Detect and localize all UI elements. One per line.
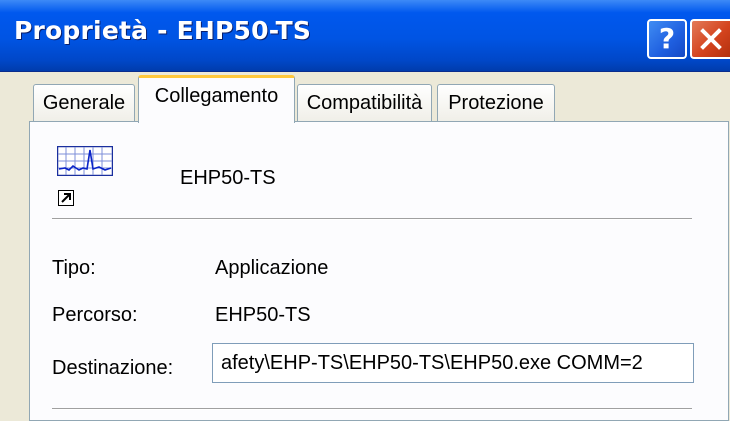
- application-chart-icon: [57, 146, 113, 176]
- shortcut-name: EHP50-TS: [180, 167, 276, 189]
- tab-generale[interactable]: Generale: [33, 84, 135, 121]
- tab-compatibilita[interactable]: Compatibilità: [297, 84, 432, 121]
- window-title: Proprietà - EHP50-TS: [14, 16, 312, 45]
- close-x-icon: [700, 28, 722, 50]
- question-mark-icon: ?: [658, 22, 676, 55]
- percorso-label: Percorso:: [52, 304, 138, 326]
- tab-strip: Generale Collegamento Compatibilità Prot…: [0, 71, 730, 123]
- tab-label: Generale: [42, 91, 126, 114]
- tab-protezione[interactable]: Protezione: [437, 84, 555, 121]
- tab-label: Collegamento: [154, 85, 279, 107]
- tab-collegamento[interactable]: Collegamento: [138, 75, 295, 123]
- separator: [52, 218, 692, 220]
- tab-label: Compatibilità: [306, 91, 423, 114]
- help-button[interactable]: ?: [647, 19, 687, 59]
- destinazione-input[interactable]: [212, 343, 694, 383]
- shortcut-arrow-icon: [58, 190, 74, 206]
- percorso-value: EHP50-TS: [215, 304, 311, 326]
- tab-label: Protezione: [448, 91, 544, 114]
- tipo-value: Applicazione: [215, 257, 329, 279]
- separator: [52, 408, 692, 410]
- title-bar[interactable]: Proprietà - EHP50-TS ?: [0, 0, 730, 72]
- close-button[interactable]: [690, 19, 730, 59]
- tipo-label: Tipo:: [52, 257, 96, 279]
- destinazione-label: Destinazione:: [52, 357, 174, 379]
